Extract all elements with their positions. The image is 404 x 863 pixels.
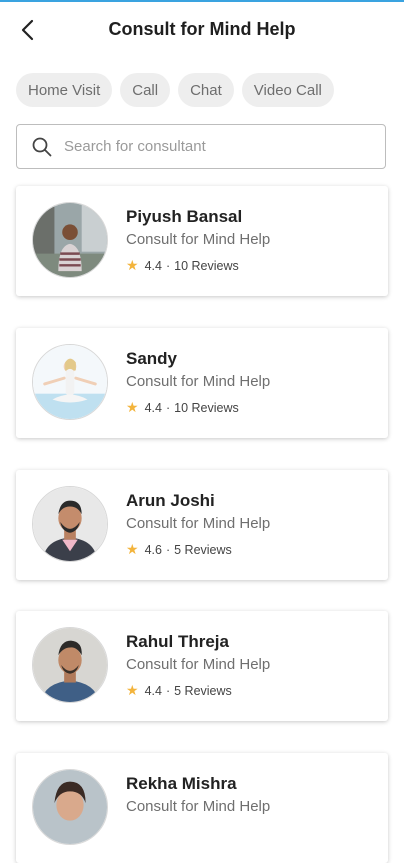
separator-dot: ·: [165, 542, 171, 557]
review-count: 5 Reviews: [174, 683, 232, 698]
consultant-specialty: Consult for Mind Help: [126, 373, 271, 390]
consultant-specialty: Consult for Mind Help: [126, 798, 271, 815]
consultant-card[interactable]: Piyush Bansal Consult for Mind Help ★ 4.…: [16, 186, 388, 296]
rating-row: ★ 4.4 · 5 Reviews: [126, 682, 232, 699]
consultant-name: Arun Joshi: [126, 491, 215, 510]
rating-row: ★ 4.4 · 10 Reviews: [126, 257, 239, 274]
rating-value: 4.4: [144, 258, 162, 273]
avatar: [32, 344, 108, 420]
rating-value: 4.6: [144, 542, 162, 557]
consultant-name: Rekha Mishra: [126, 774, 237, 793]
separator-dot: ·: [165, 400, 171, 415]
separator-dot: ·: [165, 683, 171, 698]
consultant-card[interactable]: Rekha Mishra Consult for Mind Help: [16, 753, 388, 863]
consultant-specialty: Consult for Mind Help: [126, 515, 271, 532]
rating-row: ★ 4.4 · 10 Reviews: [126, 399, 239, 416]
star-icon: ★: [126, 257, 139, 273]
star-icon: ★: [126, 399, 139, 415]
review-count: 5 Reviews: [174, 542, 232, 557]
consultant-specialty: Consult for Mind Help: [126, 231, 271, 248]
rating-row: ★ 4.6 · 5 Reviews: [126, 541, 232, 558]
consultant-card[interactable]: Arun Joshi Consult for Mind Help ★ 4.6 ·…: [16, 470, 388, 580]
consultant-list: Piyush Bansal Consult for Mind Help ★ 4.…: [0, 0, 404, 863]
star-icon: ★: [126, 541, 139, 557]
consultant-name: Rahul Threja: [126, 632, 229, 651]
rating-value: 4.4: [144, 683, 162, 698]
consultant-specialty: Consult for Mind Help: [126, 656, 271, 673]
rating-value: 4.4: [144, 400, 162, 415]
avatar: [32, 627, 108, 703]
review-count: 10 Reviews: [174, 400, 239, 415]
consultant-name: Sandy: [126, 349, 178, 368]
star-icon: ★: [126, 682, 139, 698]
separator-dot: ·: [165, 258, 171, 273]
consultant-card[interactable]: Sandy Consult for Mind Help ★ 4.4 · 10 R…: [16, 328, 388, 438]
consultant-name: Piyush Bansal: [126, 207, 243, 226]
avatar: [32, 769, 108, 845]
avatar: [32, 202, 108, 278]
consultant-card[interactable]: Rahul Threja Consult for Mind Help ★ 4.4…: [16, 611, 388, 721]
avatar: [32, 486, 108, 562]
review-count: 10 Reviews: [174, 258, 239, 273]
